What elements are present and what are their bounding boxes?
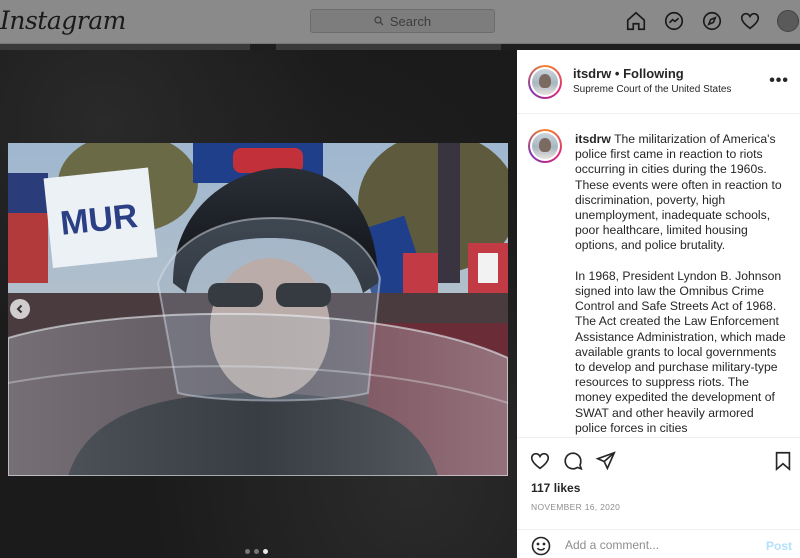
post-header: itsdrw • Following Supreme Court of the … [517,50,800,114]
post-location[interactable]: Supreme Court of the United States [573,84,731,95]
heart-icon[interactable] [738,9,762,33]
post-actions: 117 likes NOVEMBER 16, 2020 Post [517,437,800,558]
emoji-icon[interactable] [531,536,551,558]
top-nav: Instagram Search [0,0,800,44]
messenger-icon[interactable] [662,9,686,33]
comment-bar: Post [517,529,800,558]
caption-area: itsdrw The militarization of America's p… [517,115,800,437]
post-photo[interactable]: MUR [8,143,508,476]
following-status[interactable]: • Following [615,66,684,81]
like-count[interactable]: 117 likes [531,481,580,495]
profile-avatar[interactable] [776,9,800,33]
search-placeholder: Search [389,13,432,29]
explore-icon[interactable] [700,9,724,33]
save-bookmark-icon[interactable] [772,450,794,477]
author-line: itsdrw • Following [573,66,684,81]
carousel-dots [245,549,268,554]
like-heart-icon[interactable] [529,450,551,472]
home-icon[interactable] [624,9,648,33]
search-box[interactable]: Search [310,9,495,33]
share-icon[interactable] [595,450,617,472]
author-avatar[interactable] [528,65,562,99]
post-date[interactable]: NOVEMBER 16, 2020 [531,502,620,512]
carousel-dot-active [263,549,268,554]
caption-author-avatar[interactable] [528,129,562,163]
nav-icons [624,9,800,33]
author-username[interactable]: itsdrw [573,66,611,81]
carousel-dot [245,549,250,554]
post-sidebar: itsdrw • Following Supreme Court of the … [517,50,800,558]
previous-image-button[interactable] [10,299,30,319]
search-icon [374,16,384,26]
chevron-left-icon [16,304,23,314]
comment-input[interactable] [565,538,745,552]
post-media-panel: MUR [0,50,517,558]
carousel-dot [254,549,259,554]
post-comment-button[interactable]: Post [766,539,792,553]
instagram-logo[interactable]: Instagram [0,6,126,35]
caption-body: The militarization of America's police f… [575,132,786,435]
comment-icon[interactable] [562,450,584,472]
svg-text:MUR: MUR [58,197,139,243]
caption-text: itsdrw The militarization of America's p… [575,132,787,436]
more-options-icon[interactable]: ••• [769,72,789,90]
caption-username[interactable]: itsdrw [575,132,611,146]
